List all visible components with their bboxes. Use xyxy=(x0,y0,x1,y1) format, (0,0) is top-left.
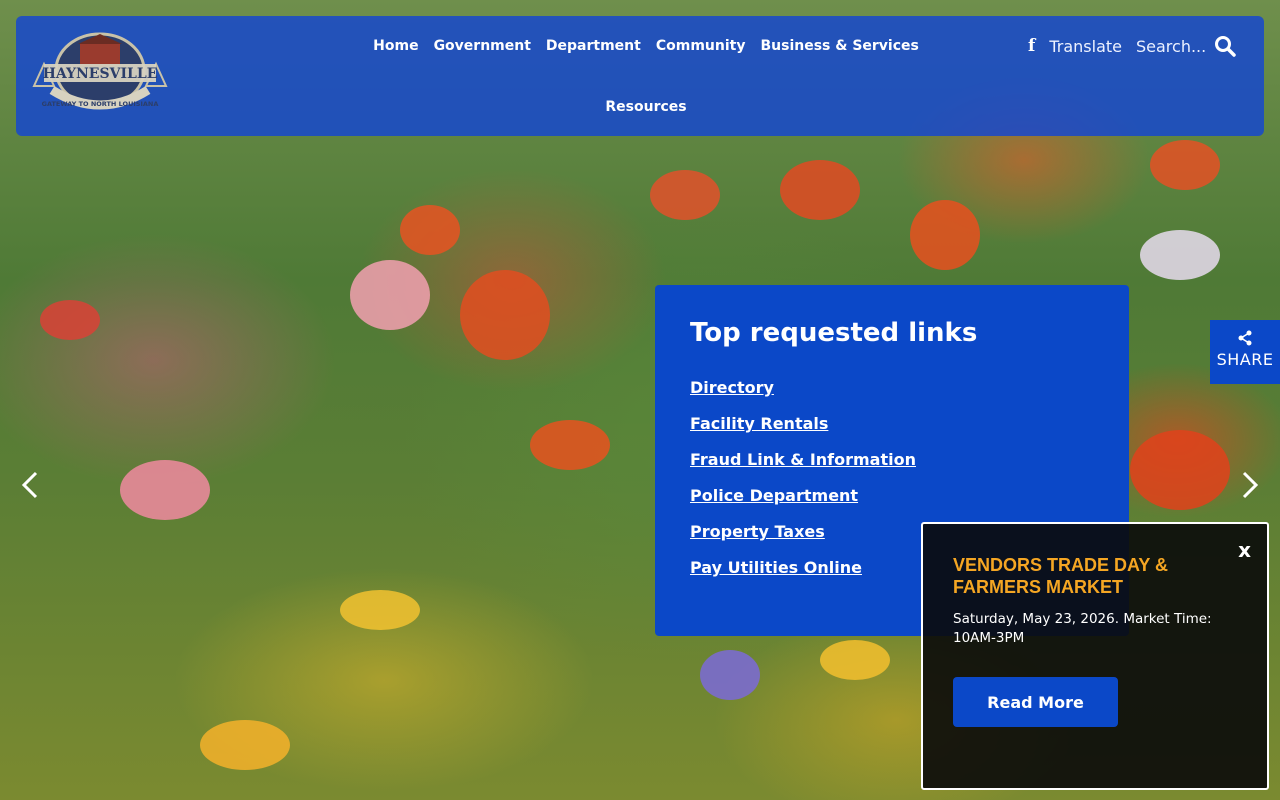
popup-description: Saturday, May 23, 2026. Market Time: 10A… xyxy=(953,611,1212,646)
link-pay-utilities[interactable]: Pay Utilities Online xyxy=(690,558,862,577)
link-facility-rentals[interactable]: Facility Rentals xyxy=(690,414,828,433)
link-fraud-information[interactable]: Fraud Link & Information xyxy=(690,450,916,469)
slider-prev-chevron-left-icon[interactable] xyxy=(18,470,42,500)
share-button[interactable]: SHARE xyxy=(1210,320,1280,384)
list-item: Police Department xyxy=(690,486,1094,522)
links-panel-title: Top requested links xyxy=(690,318,978,348)
popup-close-button[interactable]: x xyxy=(1238,538,1251,562)
nav-second-row: Resources xyxy=(356,96,936,117)
read-more-button[interactable]: Read More xyxy=(953,677,1118,727)
site-logo[interactable]: HAYNESVILLE GATEWAY TO NORTH LOUISIANA xyxy=(30,24,170,120)
list-item: Facility Rentals xyxy=(690,414,1094,450)
haynesville-logo-graphic: HAYNESVILLE GATEWAY TO NORTH LOUISIANA xyxy=(32,32,168,110)
event-popup: x VENDORS TRADE DAY & FARMERS MARKET Sat… xyxy=(921,522,1269,790)
share-icon xyxy=(1238,330,1252,346)
link-property-taxes[interactable]: Property Taxes xyxy=(690,522,825,541)
nav-home[interactable]: Home xyxy=(373,36,418,56)
site-header: HAYNESVILLE GATEWAY TO NORTH LOUISIANA H… xyxy=(16,16,1264,136)
list-item: Directory xyxy=(690,378,1094,414)
logo-tagline: GATEWAY TO NORTH LOUISIANA xyxy=(42,100,159,108)
logo-wordmark: HAYNESVILLE xyxy=(43,66,158,82)
nav-department[interactable]: Department xyxy=(546,36,641,56)
search-icon[interactable] xyxy=(1214,35,1236,57)
nav-business-services[interactable]: Business & Services xyxy=(760,36,918,56)
main-navigation: Home Government Department Community Bus… xyxy=(356,36,936,117)
nav-government[interactable]: Government xyxy=(434,36,531,56)
search-input[interactable] xyxy=(1136,36,1208,56)
nav-resources[interactable]: Resources xyxy=(605,97,686,117)
link-directory[interactable]: Directory xyxy=(690,378,774,397)
list-item: Fraud Link & Information xyxy=(690,450,1094,486)
share-label: SHARE xyxy=(1216,350,1274,369)
facebook-icon[interactable]: f xyxy=(1028,36,1035,56)
nav-community[interactable]: Community xyxy=(656,36,746,56)
header-tools: f Translate xyxy=(1028,32,1236,60)
translate-button[interactable]: Translate xyxy=(1049,37,1122,56)
slider-next-chevron-right-icon[interactable] xyxy=(1238,470,1262,500)
link-police-department[interactable]: Police Department xyxy=(690,486,858,505)
popup-title: VENDORS TRADE DAY & FARMERS MARKET xyxy=(953,555,1169,597)
